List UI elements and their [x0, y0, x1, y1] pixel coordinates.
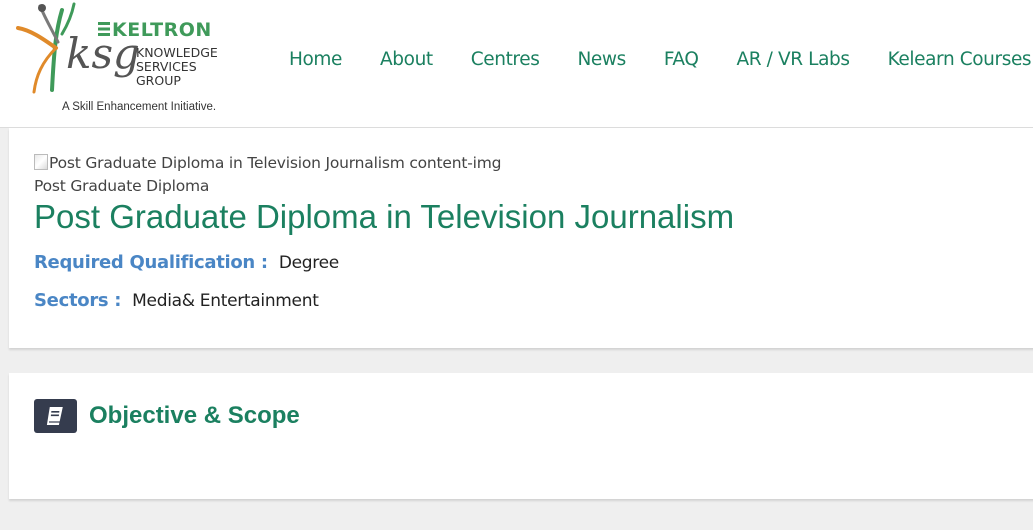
course-summary-card: Post Graduate Diploma in Television Jour…: [9, 128, 1033, 348]
broken-image-icon: [34, 154, 48, 170]
knowledge-services-group-text: KNOWLEDGE SERVICES GROUP: [136, 45, 218, 88]
ksg-keltron-logo[interactable]: KELTRON ksg KNOWLEDGE SERVICES GROUP A S…: [12, 0, 232, 120]
course-image-broken: Post Graduate Diploma in Television Jour…: [34, 154, 501, 172]
required-qualification-label: Required Qualification :: [34, 252, 268, 273]
nav-ar-vr-labs[interactable]: AR / VR Labs: [736, 49, 850, 70]
logo-tagline: A Skill Enhancement Initiative.: [62, 101, 217, 113]
objective-scope-heading: Objective & Scope: [34, 399, 300, 433]
course-image-alt-text: Post Graduate Diploma in Television Jour…: [49, 154, 502, 172]
nav-news[interactable]: News: [577, 49, 626, 70]
required-qualification-value: Degree: [278, 253, 339, 273]
nav-home[interactable]: Home: [289, 49, 342, 70]
sectors-value: Media& Entertainment: [132, 291, 319, 311]
objective-scope-card: Objective & Scope: [9, 373, 1033, 499]
nav-centres[interactable]: Centres: [471, 49, 540, 70]
required-qualification-row: Required Qualification : Degree: [34, 252, 339, 273]
objective-scope-title: Objective & Scope: [89, 402, 300, 429]
main-nav: Home About Centres News FAQ AR / VR Labs…: [289, 46, 1032, 72]
course-title: Post Graduate Diploma in Television Jour…: [34, 198, 735, 235]
sectors-label: Sectors :: [34, 290, 122, 311]
sectors-row: Sectors : Media& Entertainment: [34, 290, 319, 311]
nav-faq[interactable]: FAQ: [664, 49, 699, 70]
site-header: KELTRON ksg KNOWLEDGE SERVICES GROUP A S…: [0, 0, 1033, 128]
course-type: Post Graduate Diploma: [34, 177, 210, 195]
book-icon: [34, 399, 77, 433]
nav-about[interactable]: About: [380, 49, 433, 70]
nav-kelearn-courses[interactable]: Kelearn Courses: [888, 49, 1032, 70]
ksg-letters: ksg: [66, 29, 140, 78]
